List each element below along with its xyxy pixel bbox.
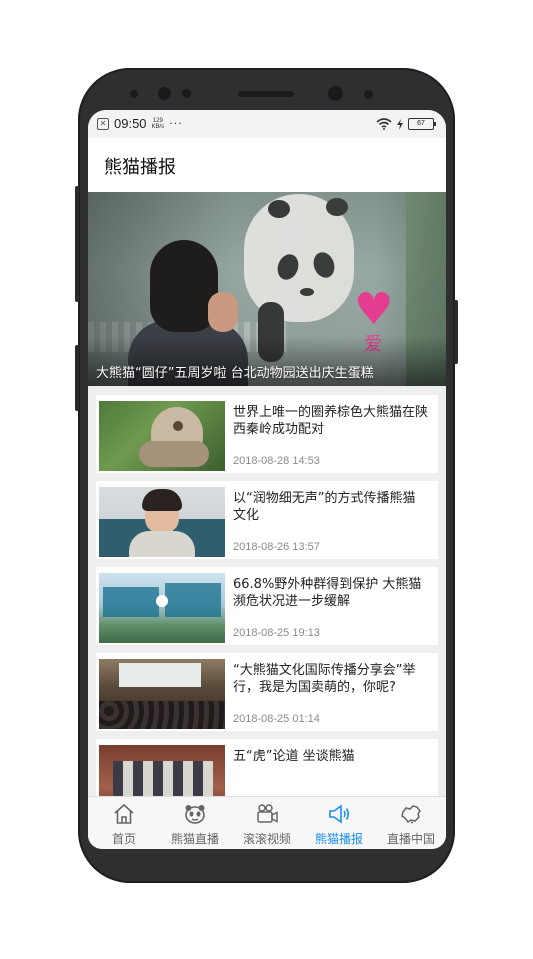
news-thumbnail (99, 659, 225, 729)
news-time: 2018-08-28 14:53 (233, 455, 320, 467)
news-title: 世界上唯一的圈养棕色大熊猫在陕西秦岭成功配对 (233, 405, 429, 437)
news-title: 以“润物细无声”的方式传播熊猫文化 (233, 491, 416, 523)
status-time: 09:50 (114, 116, 147, 131)
tab-panda-news[interactable]: 熊猫播报 (303, 797, 375, 849)
battery-icon: 67 (408, 118, 436, 130)
tab-label: 直播中国 (386, 832, 435, 846)
app-screen: ✕ 09:50 129 KB/s ··· 67 熊猫播报 ♥ 大熊猫“圆仔”五周… (88, 110, 446, 849)
news-title: 五“虎”论道 坐谈熊猫 (233, 749, 355, 764)
heart-icon: ♥ (354, 284, 394, 335)
hero-banner[interactable]: ♥ 爱 大熊猫“圆仔”五周岁啦 台北动物园送出庆生蛋糕 (88, 192, 446, 386)
tab-label: 熊猫直播 (170, 832, 219, 846)
more-notifications-icon: ··· (169, 117, 183, 130)
news-item[interactable]: 66.8%野外种群得到保护 大熊猫濒危状况进一步缓解 2018-08-25 19… (96, 567, 438, 645)
news-time: 2018-08-25 19:13 (233, 627, 320, 639)
megaphone-icon (329, 804, 350, 824)
bottom-tab-bar: 首页 熊猫直播 滚滚视频 熊猫播报 直播中国 (88, 796, 446, 849)
tab-panda-live[interactable]: 熊猫直播 (159, 797, 231, 849)
news-thumbnail (99, 487, 225, 557)
charging-icon (397, 118, 403, 130)
status-bar: ✕ 09:50 129 KB/s ··· 67 (88, 110, 446, 138)
news-title: “大熊猫文化国际传播分享会”举行，我是为国卖萌的，你呢? (233, 663, 416, 695)
news-thumbnail (99, 745, 225, 796)
tab-live-china[interactable]: 直播中国 (375, 797, 446, 849)
network-speed: 129 KB/s (151, 117, 165, 130)
tab-videos[interactable]: 滚滚视频 (231, 797, 303, 849)
news-time: 2018-08-25 01:14 (233, 713, 320, 725)
front-sensor (158, 87, 171, 100)
news-item[interactable]: 五“虎”论道 坐谈熊猫 (96, 739, 438, 796)
volume-button (75, 186, 79, 302)
home-icon (114, 803, 134, 824)
power-button (454, 300, 458, 364)
news-thumbnail (99, 573, 225, 643)
front-sensor (130, 90, 138, 98)
front-sensor (364, 90, 373, 99)
news-list[interactable]: 世界上唯一的圈养棕色大熊猫在陕西秦岭成功配对 2018-08-28 14:53 … (88, 386, 446, 796)
news-item[interactable]: “大熊猫文化国际传播分享会”举行，我是为国卖萌的，你呢? 2018-08-25 … (96, 653, 438, 731)
page-title: 熊猫播报 (104, 157, 176, 178)
side-button (75, 345, 79, 411)
news-thumbnail (99, 401, 225, 471)
tab-home[interactable]: 首页 (88, 797, 160, 849)
video-camera-icon (257, 804, 278, 823)
news-item[interactable]: 以“润物细无声”的方式传播熊猫文化 2018-08-26 13:57 (96, 481, 438, 559)
front-camera (328, 86, 343, 101)
panda-icon (185, 805, 205, 824)
tab-label: 首页 (111, 832, 136, 846)
news-item[interactable]: 世界上唯一的圈养棕色大熊猫在陕西秦岭成功配对 2018-08-28 14:53 (96, 395, 438, 473)
tab-label: 熊猫播报 (314, 832, 363, 846)
news-title: 66.8%野外种群得到保护 大熊猫濒危状况进一步缓解 (233, 577, 422, 609)
earpiece-speaker (238, 91, 294, 97)
wifi-icon (376, 118, 392, 130)
tab-label: 滚滚视频 (242, 832, 291, 846)
notification-close-icon: ✕ (97, 117, 109, 130)
hero-caption: 大熊猫“圆仔”五周岁啦 台北动物园送出庆生蛋糕 (96, 366, 374, 381)
news-time: 2018-08-26 13:57 (233, 541, 320, 553)
china-map-icon (401, 805, 421, 824)
front-sensor (182, 89, 191, 98)
